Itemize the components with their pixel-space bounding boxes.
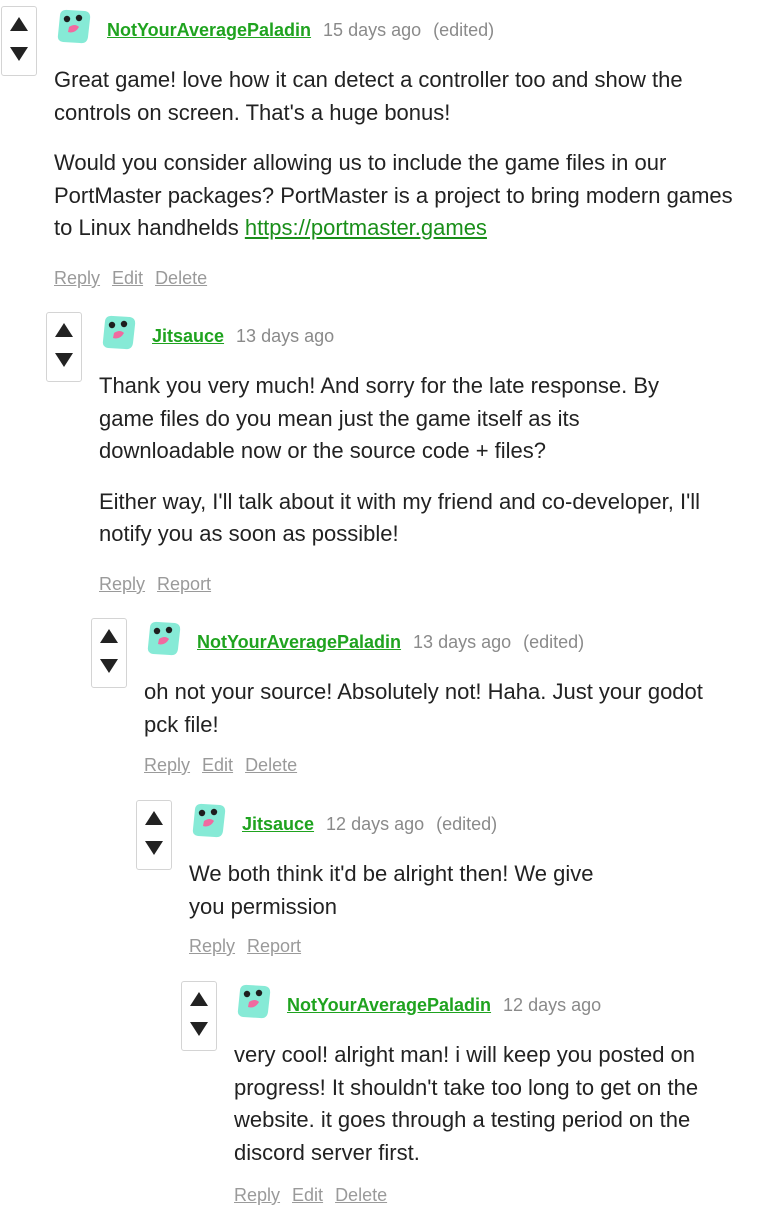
reply-link[interactable]: Reply bbox=[99, 574, 145, 594]
edited-label: (edited) bbox=[523, 632, 585, 652]
vote-box bbox=[1, 6, 37, 76]
avatar[interactable] bbox=[189, 801, 227, 839]
downvote-icon[interactable] bbox=[189, 1021, 209, 1037]
avatar[interactable] bbox=[99, 313, 137, 351]
timestamp: 13 days ago bbox=[236, 326, 335, 346]
author-link[interactable]: Jitsauce bbox=[152, 326, 224, 346]
timestamp: 12 days ago bbox=[326, 814, 425, 834]
comment-header: NotYourAveragePaladin 15 days ago (edited) bbox=[107, 18, 494, 42]
edit-link[interactable]: Edit bbox=[112, 268, 143, 288]
reply-link[interactable]: Reply bbox=[144, 755, 190, 775]
comment-actions: Reply Edit Delete bbox=[144, 753, 309, 777]
upvote-icon[interactable] bbox=[99, 628, 119, 644]
timestamp: 15 days ago bbox=[323, 20, 422, 40]
edit-link[interactable]: Edit bbox=[292, 1185, 323, 1205]
delete-link[interactable]: Delete bbox=[155, 268, 207, 288]
avatar[interactable] bbox=[234, 982, 272, 1020]
comment-paragraph: oh not your source! Absolutely not! Haha… bbox=[144, 679, 703, 737]
comment-header: NotYourAveragePaladin 13 days ago (edited) bbox=[197, 630, 584, 654]
upvote-icon[interactable] bbox=[144, 810, 164, 826]
author-link[interactable]: NotYourAveragePaladin bbox=[107, 20, 311, 40]
comment-actions: Reply Edit Delete bbox=[234, 1183, 399, 1207]
avatar[interactable] bbox=[144, 619, 182, 657]
comment-header: NotYourAveragePaladin 12 days ago bbox=[287, 993, 613, 1017]
reply-link[interactable]: Reply bbox=[234, 1185, 280, 1205]
author-link[interactable]: Jitsauce bbox=[242, 814, 314, 834]
blob-avatar-icon bbox=[192, 803, 226, 838]
report-link[interactable]: Report bbox=[247, 936, 301, 956]
blob-avatar-icon bbox=[57, 9, 91, 44]
vote-box bbox=[46, 312, 82, 382]
comment-header: Jitsauce 13 days ago bbox=[152, 324, 346, 348]
comment-body: We both think it'd be alright then! We g… bbox=[189, 858, 609, 923]
blob-avatar-icon bbox=[237, 984, 271, 1019]
edit-link[interactable]: Edit bbox=[202, 755, 233, 775]
comment: Jitsauce 12 days ago (edited) We both thin… bbox=[136, 800, 763, 970]
comment-actions: Reply Report bbox=[189, 934, 313, 958]
report-link[interactable]: Report bbox=[157, 574, 211, 594]
downvote-icon[interactable] bbox=[144, 840, 164, 856]
comment-paragraph: very cool! alright man! i will keep you … bbox=[234, 1042, 699, 1165]
comment-body: Great game! love how it can detect a con… bbox=[54, 64, 754, 245]
comment-paragraph: Great game! love how it can detect a con… bbox=[54, 67, 683, 125]
comment-paragraph: We both think it'd be alright then! We g… bbox=[189, 861, 594, 919]
author-link[interactable]: NotYourAveragePaladin bbox=[287, 995, 491, 1015]
comment-body: Thank you very much! And sorry for the l… bbox=[99, 370, 711, 551]
vote-box bbox=[136, 800, 172, 870]
upvote-icon[interactable] bbox=[54, 322, 74, 338]
comment: NotYourAveragePaladin 15 days ago (edited)… bbox=[1, 6, 763, 296]
blob-avatar-icon bbox=[102, 315, 136, 350]
reply-link[interactable]: Reply bbox=[189, 936, 235, 956]
comment: NotYourAveragePaladin 13 days ago (edited)… bbox=[91, 618, 763, 788]
comment-paragraph: Thank you very much! And sorry for the l… bbox=[99, 373, 660, 463]
upvote-icon[interactable] bbox=[9, 16, 29, 32]
downvote-icon[interactable] bbox=[99, 658, 119, 674]
downvote-icon[interactable] bbox=[9, 46, 29, 62]
reply-link[interactable]: Reply bbox=[54, 268, 100, 288]
vote-box bbox=[91, 618, 127, 688]
comment-body: very cool! alright man! i will keep you … bbox=[234, 1039, 759, 1169]
vote-box bbox=[181, 981, 217, 1051]
comment-paragraph: Would you consider allowing us to includ… bbox=[54, 147, 754, 245]
author-link[interactable]: NotYourAveragePaladin bbox=[197, 632, 401, 652]
comment-actions: Reply Report bbox=[99, 572, 223, 596]
comment: NotYourAveragePaladin 12 days ago very co… bbox=[181, 981, 763, 1221]
delete-link[interactable]: Delete bbox=[335, 1185, 387, 1205]
timestamp: 12 days ago bbox=[503, 995, 602, 1015]
comment-body: oh not your source! Absolutely not! Haha… bbox=[144, 676, 704, 741]
comment-actions: Reply Edit Delete bbox=[54, 266, 219, 290]
portmaster-link[interactable]: https://portmaster.games bbox=[245, 215, 487, 240]
edited-label: (edited) bbox=[436, 814, 498, 834]
avatar[interactable] bbox=[54, 7, 92, 45]
delete-link[interactable]: Delete bbox=[245, 755, 297, 775]
downvote-icon[interactable] bbox=[54, 352, 74, 368]
edited-label: (edited) bbox=[433, 20, 495, 40]
comment: Jitsauce 13 days ago Thank you very much!… bbox=[46, 312, 763, 602]
upvote-icon[interactable] bbox=[189, 991, 209, 1007]
comment-paragraph: Either way, I'll talk about it with my f… bbox=[99, 488, 701, 547]
timestamp: 13 days ago bbox=[413, 632, 512, 652]
blob-avatar-icon bbox=[147, 621, 181, 656]
comment-header: Jitsauce 12 days ago (edited) bbox=[242, 812, 497, 836]
